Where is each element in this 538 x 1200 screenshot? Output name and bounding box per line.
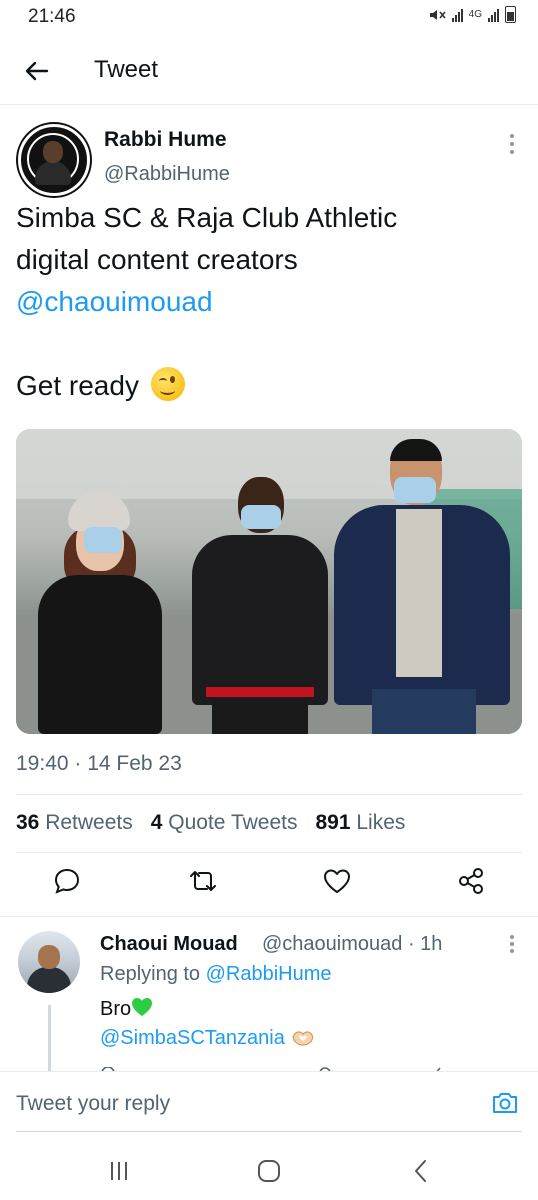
tweet-mention[interactable]: @chaouimouad xyxy=(16,281,521,323)
back-arrow-icon[interactable] xyxy=(20,54,54,88)
reply-composer[interactable]: Tweet your reply xyxy=(0,1071,538,1134)
thread-line xyxy=(48,1005,51,1075)
avatar-figure-face xyxy=(43,141,63,163)
system-nav-bar xyxy=(0,1138,538,1200)
network-type: 4G xyxy=(468,9,482,20)
retweets-stat[interactable]: 36 Retweets xyxy=(16,811,133,835)
composer-underline xyxy=(16,1131,522,1132)
tweet-text-line-3: Get ready xyxy=(16,370,139,401)
author-handle[interactable]: @RabbiHume xyxy=(104,163,230,186)
tweet-text-line-3-wrap: Get ready xyxy=(16,365,521,407)
tweet-photo[interactable] xyxy=(16,429,522,734)
reply-meta: @chaouimouad · 1h xyxy=(262,933,443,955)
reply-input-placeholder[interactable]: Tweet your reply xyxy=(16,1092,170,1116)
reply-tweet[interactable]: Chaoui Mouad @chaouimouad · 1h Replying … xyxy=(0,916,538,1075)
retweet-icon[interactable] xyxy=(188,866,218,896)
recents-icon[interactable] xyxy=(104,1156,134,1186)
quotes-label: Quote Tweets xyxy=(168,811,298,834)
quotes-stat[interactable]: 4 Quote Tweets xyxy=(151,811,298,835)
tweet-timestamp: 19:40 · 14 Feb 23 xyxy=(16,752,182,775)
reply-mention-line: @SimbaSCTanzania xyxy=(100,1027,315,1050)
likes-stat[interactable]: 891 Likes xyxy=(315,811,405,835)
divider xyxy=(16,794,522,795)
tweet-text-line-1: Simba SC & Raja Club Athletic xyxy=(16,202,398,233)
photo-person-right xyxy=(334,439,510,734)
reply-mention[interactable]: @SimbaSCTanzania xyxy=(100,1027,285,1049)
home-icon[interactable] xyxy=(254,1156,284,1186)
status-time: 21:46 xyxy=(28,6,76,27)
replying-to: Replying to @RabbiHume xyxy=(100,963,332,986)
reply-author-name[interactable]: Chaoui Mouad xyxy=(100,933,238,956)
reply-text-content: Bro xyxy=(100,998,132,1020)
reply-icon[interactable] xyxy=(52,866,82,896)
page-title: Tweet xyxy=(94,56,159,83)
reply-avatar[interactable] xyxy=(18,931,80,993)
quotes-count: 4 xyxy=(150,811,163,834)
likes-label: Likes xyxy=(356,811,406,834)
status-icons: 4G xyxy=(428,6,516,23)
tweet-actions xyxy=(0,866,538,902)
top-app-bar: Tweet xyxy=(0,40,538,105)
replying-prefix: Replying to xyxy=(100,963,201,985)
signal-icon xyxy=(451,8,463,22)
green-heart-emoji-icon xyxy=(132,998,153,1016)
tweet-text: Simba SC & Raja Club Athletic digital co… xyxy=(16,197,521,407)
retweets-count: 36 xyxy=(16,811,40,834)
tweet-text-line-2: digital content creators xyxy=(16,244,298,275)
divider xyxy=(16,852,522,853)
battery-icon xyxy=(505,6,516,23)
heart-hands-emoji-icon xyxy=(292,1031,314,1046)
mute-icon xyxy=(429,9,446,20)
back-nav-icon[interactable] xyxy=(406,1156,436,1186)
share-icon[interactable] xyxy=(456,866,486,896)
tweet-stats: 36 Retweets 4 Quote Tweets 891 Likes xyxy=(16,811,405,835)
more-icon[interactable] xyxy=(510,134,514,154)
retweets-label: Retweets xyxy=(45,811,133,834)
reply-more-icon[interactable] xyxy=(510,935,514,953)
wink-emoji-icon xyxy=(150,367,185,401)
photo-person-left xyxy=(38,491,162,734)
likes-count: 891 xyxy=(315,811,351,834)
like-icon[interactable] xyxy=(322,866,352,896)
author-name[interactable]: Rabbi Hume xyxy=(104,128,227,152)
status-bar: 21:46 4G xyxy=(0,0,538,36)
replying-mention[interactable]: @RabbiHume xyxy=(206,963,332,985)
author-avatar[interactable] xyxy=(18,124,90,196)
photo-person-center xyxy=(192,477,328,734)
reply-text: Bro xyxy=(100,997,153,1021)
signal-icon-2 xyxy=(488,8,499,22)
camera-icon[interactable] xyxy=(490,1088,520,1118)
